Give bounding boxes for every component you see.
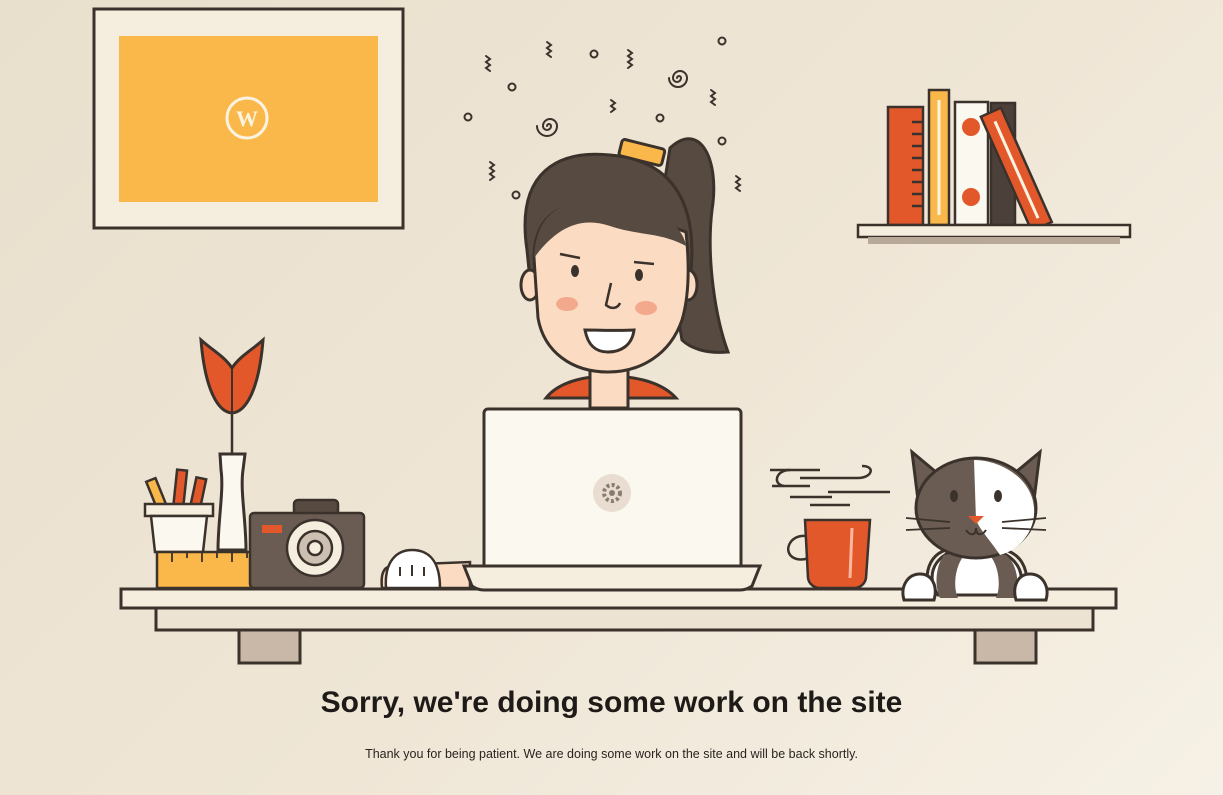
gear-icon (593, 474, 631, 512)
coffee-mug (770, 464, 890, 590)
camera (248, 498, 366, 590)
maintenance-illustration: W (92, 7, 1132, 665)
page-title: Sorry, we're doing some work on the site (320, 686, 903, 719)
maintenance-message: Thank you for being patient. We are doin… (365, 747, 858, 761)
laptop (461, 407, 763, 592)
wall-frame: W (92, 7, 405, 230)
pencil-cup (143, 468, 215, 554)
woman-character (519, 137, 731, 410)
desk (119, 587, 1118, 665)
cat (901, 448, 1049, 602)
mouse-hand (380, 548, 472, 590)
svg-text:W: W (236, 106, 258, 131)
bookshelf (856, 88, 1132, 244)
